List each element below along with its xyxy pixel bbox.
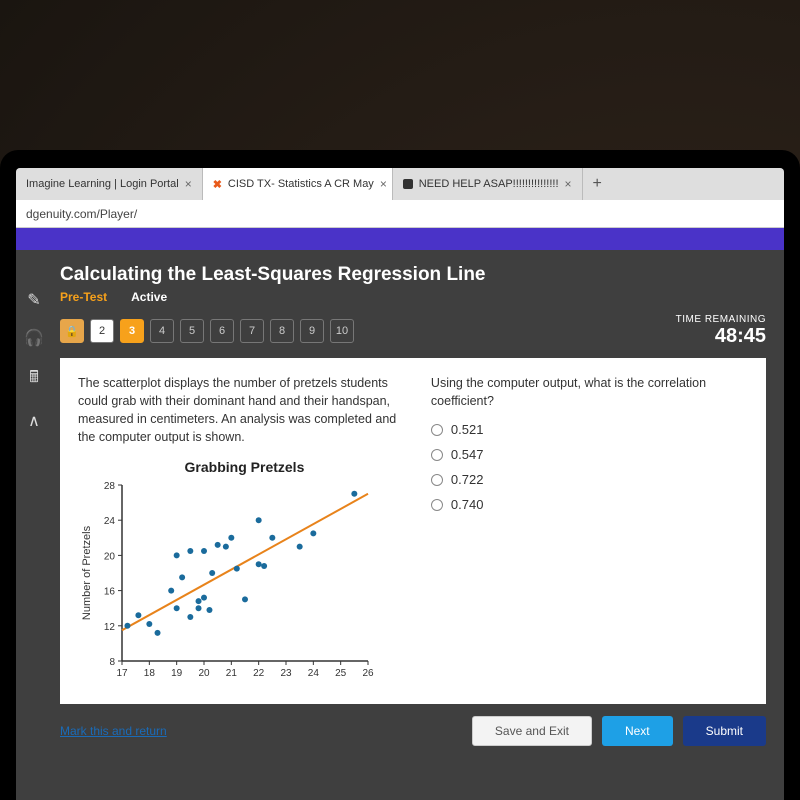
save-exit-button[interactable]: Save and Exit (472, 716, 592, 746)
radio-icon (431, 449, 443, 461)
headphones-icon[interactable]: 🎧 (24, 328, 44, 348)
tool-sidebar: ✎ 🎧 🖩 ∧ (16, 250, 52, 800)
question-nav-4[interactable]: 4 (150, 319, 174, 343)
svg-text:16: 16 (104, 586, 116, 597)
svg-text:12: 12 (104, 621, 116, 632)
close-icon[interactable]: × (185, 177, 192, 191)
question-nav-1[interactable]: 🔒 (60, 319, 84, 343)
url-text: dgenuity.com/Player/ (26, 207, 137, 221)
tab-favicon-icon (403, 179, 413, 189)
question-text: Using the computer output, what is the c… (431, 374, 748, 410)
page-title: Calculating the Least-Squares Regression… (60, 264, 766, 286)
svg-text:8: 8 (109, 657, 115, 668)
question-nav-3[interactable]: 3 (120, 319, 144, 343)
close-icon[interactable]: × (380, 177, 387, 191)
new-tab-button[interactable]: + (583, 175, 612, 193)
next-button[interactable]: Next (602, 716, 673, 746)
tab-favicon-icon: ✖ (213, 178, 222, 191)
close-icon[interactable]: × (565, 177, 572, 191)
question-card: The scatterplot displays the number of p… (60, 358, 766, 704)
radio-icon (431, 499, 443, 511)
timer-label: TIME REMAINING (676, 314, 766, 325)
calculator-icon[interactable]: 🖩 (29, 366, 39, 393)
mark-return-link[interactable]: Mark this and return (60, 724, 167, 738)
svg-text:23: 23 (280, 668, 292, 679)
chart-svg: 8 12 16 20 24 28 17 18 19 20 21 22 23 24 25 26 Number of… (78, 479, 378, 689)
tab-imagine-learning[interactable]: Imagine Learning | Login Portal × (16, 168, 203, 200)
option-c[interactable]: 0.722 (431, 472, 748, 487)
option-d[interactable]: 0.740 (431, 497, 748, 512)
question-nav: 🔒 2 3 4 5 6 7 8 9 10 (60, 319, 354, 343)
question-nav-7[interactable]: 7 (240, 319, 264, 343)
tab-label: Imagine Learning | Login Portal (26, 178, 179, 190)
prompt-text: The scatterplot displays the number of p… (78, 374, 411, 447)
lock-icon: 🔒 (65, 325, 79, 338)
collapse-icon[interactable]: ∧ (28, 411, 40, 431)
address-bar[interactable]: dgenuity.com/Player/ (16, 200, 784, 228)
answer-options: 0.521 0.547 0.722 0.740 (431, 422, 748, 512)
svg-text:17: 17 (116, 668, 128, 679)
tab-label: NEED HELP ASAP!!!!!!!!!!!!!!! (419, 178, 559, 190)
question-nav-5[interactable]: 5 (180, 319, 204, 343)
question-nav-10[interactable]: 10 (330, 319, 354, 343)
status-label: Active (131, 290, 167, 304)
radio-icon (431, 474, 443, 486)
tab-cisd-statistics[interactable]: ✖ CISD TX- Statistics A CR May × (203, 168, 393, 200)
svg-text:26: 26 (362, 668, 374, 679)
tab-label: CISD TX- Statistics A CR May (228, 178, 374, 190)
option-a[interactable]: 0.521 (431, 422, 748, 437)
question-nav-6[interactable]: 6 (210, 319, 234, 343)
timer: TIME REMAINING 48:45 (676, 314, 766, 348)
app-header-bar (16, 228, 784, 250)
question-nav-2[interactable]: 2 (90, 319, 114, 343)
svg-text:20: 20 (104, 551, 116, 562)
question-nav-9[interactable]: 9 (300, 319, 324, 343)
svg-text:Number of Pretzels: Number of Pretzels (81, 525, 93, 620)
svg-text:28: 28 (104, 481, 116, 492)
timer-value: 48:45 (676, 325, 766, 348)
stage-label: Pre-Test (60, 290, 107, 304)
pencil-icon[interactable]: ✎ (27, 290, 40, 310)
svg-text:25: 25 (335, 668, 347, 679)
svg-text:19: 19 (171, 668, 183, 679)
svg-text:18: 18 (144, 668, 156, 679)
svg-text:24: 24 (308, 668, 320, 679)
chart-title: Grabbing Pretzels (78, 459, 411, 475)
svg-text:21: 21 (226, 668, 238, 679)
browser-tabs: Imagine Learning | Login Portal × ✖ CISD… (16, 168, 784, 200)
submit-button[interactable]: Submit (683, 716, 766, 746)
svg-text:24: 24 (104, 516, 116, 527)
svg-text:20: 20 (198, 668, 210, 679)
tab-need-help[interactable]: NEED HELP ASAP!!!!!!!!!!!!!!! × (393, 168, 583, 200)
scatterplot: Grabbing Pretzels 8 12 16 20 24 28 17 18 19 20 21 2… (78, 459, 411, 694)
question-nav-8[interactable]: 8 (270, 319, 294, 343)
radio-icon (431, 424, 443, 436)
option-b[interactable]: 0.547 (431, 447, 748, 462)
svg-text:22: 22 (253, 668, 265, 679)
